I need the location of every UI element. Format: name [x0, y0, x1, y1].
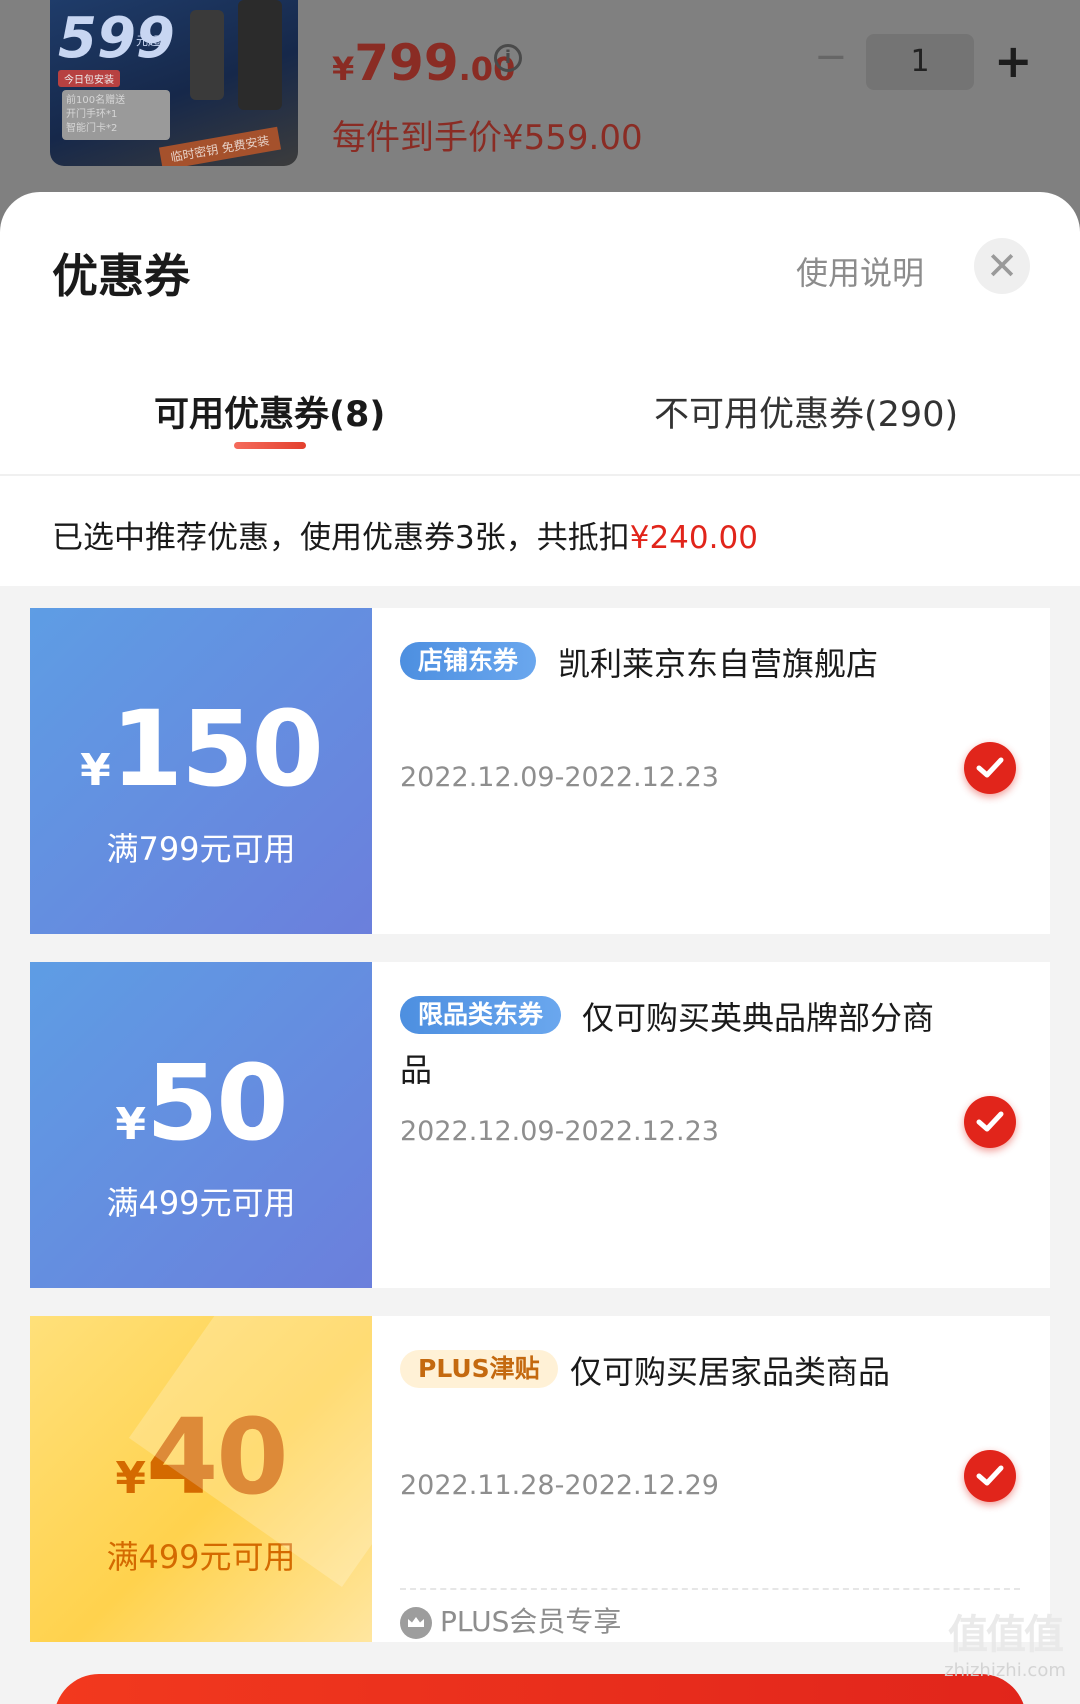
coupon-selected-check-icon[interactable] — [964, 1450, 1016, 1502]
coupon-threshold: 满499元可用 — [106, 1184, 296, 1222]
divider — [0, 474, 1080, 476]
product-thumbnail[interactable]: 599 元起 今日包安装 前100名赠送 开门手环*1 智能门卡*2 临时密钥 … — [50, 0, 298, 166]
coupon-amount: ¥40 — [30, 1396, 372, 1518]
coupon-sheet: 优惠券 使用说明 ✕ 可用优惠券(8) 不可用优惠券(290) 已选中推荐优惠，… — [0, 192, 1080, 1704]
coupon-name: 仅可购买居家品类商品 — [570, 1353, 891, 1391]
summary-amount: ¥240.00 — [629, 520, 758, 556]
quantity-input[interactable]: 1 — [866, 34, 974, 90]
summary-text: 已选中推荐优惠，使用优惠券3张，共抵扣 — [52, 520, 630, 556]
coupon-date-range: 2022.11.28-2022.12.29 — [400, 1470, 719, 1501]
coupon-date-range: 2022.12.09-2022.12.23 — [400, 1116, 719, 1147]
confirm-button[interactable] — [54, 1674, 1026, 1704]
thumb-device-image — [238, 0, 282, 110]
coupon-list[interactable]: ¥150 满799元可用 店铺东券 凯利莱京东自营旗舰店 2022.12.09-… — [0, 586, 1080, 1704]
coupon-name: 仅可购买英典品牌部分商品 — [400, 999, 935, 1089]
price-currency: ¥ — [332, 50, 355, 88]
thumb-perk: 开门手环*1 — [66, 109, 118, 120]
price-integer: 799 — [354, 34, 459, 92]
discount-summary: 已选中推荐优惠，使用优惠券3张，共抵扣¥240.00 — [52, 512, 758, 557]
price-each: 每件到手价¥559.00 — [332, 118, 643, 158]
info-icon[interactable]: i — [494, 44, 522, 72]
quantity-plus-button[interactable]: + — [994, 34, 1033, 88]
thumb-strip: 临时密钥 免费安装 — [158, 126, 281, 166]
coupon-amount: ¥50 — [30, 1042, 372, 1164]
plus-member-note: PLUS会员专享 — [400, 1600, 621, 1640]
tab-available-coupons[interactable]: 可用优惠券(8) — [154, 386, 385, 437]
thumb-perks: 前100名赠送 开门手环*1 智能门卡*2 — [62, 90, 170, 140]
plus-member-label: PLUS会员专享 — [440, 1605, 622, 1638]
coupon-card[interactable]: ¥150 满799元可用 店铺东券 凯利莱京东自营旗舰店 2022.12.09-… — [30, 608, 1050, 934]
coupon-card[interactable]: ¥40 满499元可用 PLUS津贴 仅可购买居家品类商品 2022.11.28… — [30, 1316, 1050, 1642]
coupon-threshold: 满799元可用 — [106, 830, 296, 868]
coupon-selected-check-icon[interactable] — [964, 1096, 1016, 1148]
crown-icon — [400, 1607, 432, 1639]
sheet-title: 优惠券 — [52, 249, 190, 303]
coupon-type-badge: 店铺东券 — [400, 642, 537, 680]
coupon-value-panel: ¥150 满799元可用 — [30, 608, 372, 934]
site-watermark: 值值值 zhizhizhi.com — [930, 1602, 1080, 1682]
coupon-value-panel: ¥40 满499元可用 — [30, 1316, 372, 1642]
product-summary: 599 元起 今日包安装 前100名赠送 开门手环*1 智能门卡*2 临时密钥 … — [0, 0, 1080, 210]
thumb-unit: 元起 — [136, 34, 161, 48]
quantity-minus-button[interactable]: − — [814, 37, 848, 77]
tab-unavailable-coupons[interactable]: 不可用优惠券(290) — [654, 386, 958, 437]
thumb-perk: 智能门卡*2 — [66, 123, 118, 134]
coupon-amount-value: 50 — [145, 1042, 289, 1164]
coupon-threshold: 满499元可用 — [106, 1538, 296, 1576]
thumb-badge: 今日包安装 — [58, 70, 120, 87]
coupon-date-range: 2022.12.09-2022.12.23 — [400, 762, 719, 793]
thumb-device-image — [190, 10, 224, 100]
watermark-logo: 值值值 — [948, 1612, 1064, 1658]
divider — [400, 1588, 1020, 1590]
coupon-amount-value: 40 — [145, 1396, 289, 1518]
product-price: ¥799.00 — [332, 34, 515, 92]
usage-instructions-link[interactable]: 使用说明 — [796, 248, 924, 294]
coupon-currency: ¥ — [80, 745, 111, 796]
coupon-card[interactable]: ¥50 满499元可用 限品类东券 仅可购买英典品牌部分商品 2022.12.0… — [30, 962, 1050, 1288]
close-icon[interactable]: ✕ — [974, 238, 1030, 294]
coupon-selected-check-icon[interactable] — [964, 742, 1016, 794]
watermark-text: zhizhizhi.com — [944, 1660, 1066, 1681]
coupon-type-badge: PLUS津贴 — [400, 1350, 558, 1388]
coupon-currency: ¥ — [115, 1453, 146, 1504]
coupon-amount: ¥150 — [30, 688, 372, 810]
coupon-name: 凯利莱京东自营旗舰店 — [558, 645, 879, 683]
thumb-perk: 前100名赠送 — [66, 95, 126, 106]
coupon-currency: ¥ — [115, 1099, 146, 1150]
coupon-value-panel: ¥50 满499元可用 — [30, 962, 372, 1288]
coupon-amount-value: 150 — [110, 688, 324, 810]
active-tab-indicator — [234, 442, 306, 449]
